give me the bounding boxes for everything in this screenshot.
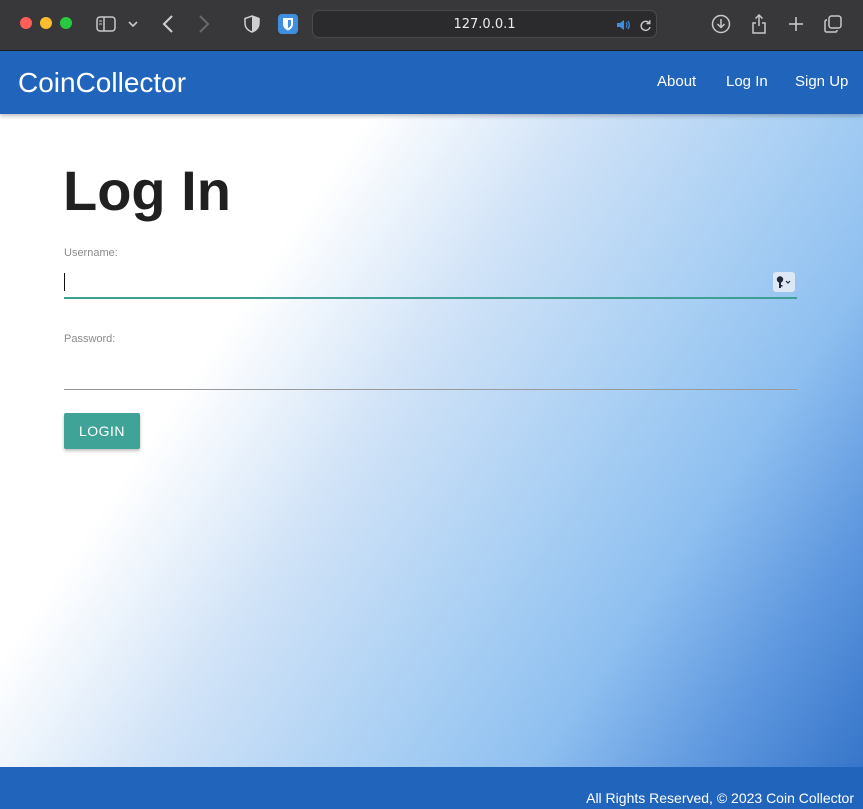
text-cursor: [64, 273, 65, 291]
forward-arrow-icon[interactable]: [194, 14, 214, 34]
browser-toolbar: 127.0.0.1: [0, 0, 863, 51]
chevron-down-icon[interactable]: [125, 14, 141, 34]
page-title: Log In: [63, 159, 231, 222]
password-input[interactable]: [64, 358, 797, 390]
bitwarden-icon[interactable]: [278, 14, 298, 34]
minimize-window-button[interactable]: [40, 17, 52, 29]
brand-logo-link[interactable]: CoinCollector: [18, 67, 186, 99]
url-text: 127.0.0.1: [453, 17, 516, 32]
nav-link-signup[interactable]: Sign Up: [795, 73, 848, 90]
back-arrow-icon[interactable]: [158, 14, 178, 34]
sidebar-icon[interactable]: [96, 14, 116, 34]
login-button[interactable]: LOGIN: [64, 413, 140, 449]
nav-link-about[interactable]: About: [657, 73, 696, 90]
share-icon[interactable]: [749, 14, 769, 34]
username-input[interactable]: [64, 267, 797, 299]
tabs-icon[interactable]: [823, 14, 843, 34]
page-content: CoinCollector About Log In Sign Up Log I…: [0, 51, 863, 809]
navbar: CoinCollector About Log In Sign Up: [0, 51, 863, 114]
footer: All Rights Reserved, © 2023 Coin Collect…: [0, 767, 863, 809]
nav-link-login[interactable]: Log In: [726, 73, 768, 90]
username-label: Username:: [64, 247, 118, 259]
download-icon[interactable]: [711, 14, 731, 34]
speaker-icon[interactable]: [615, 17, 631, 33]
password-manager-key-icon[interactable]: [773, 272, 795, 292]
reload-icon[interactable]: [637, 17, 653, 33]
password-label: Password:: [64, 333, 116, 345]
maximize-window-button[interactable]: [60, 17, 72, 29]
address-bar[interactable]: 127.0.0.1: [312, 10, 657, 38]
copyright-text: All Rights Reserved, © 2023 Coin Collect…: [586, 790, 854, 806]
shield-icon[interactable]: [242, 14, 262, 34]
plus-icon[interactable]: [786, 14, 806, 34]
close-window-button[interactable]: [20, 17, 32, 29]
